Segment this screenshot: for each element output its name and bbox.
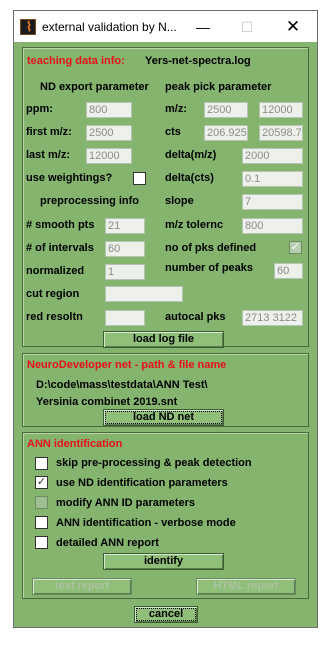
delta-mz-label: delta(m/z) <box>165 149 217 161</box>
intervals-label: # of intervals <box>26 242 94 254</box>
text-report-button: text report <box>32 578 132 595</box>
cts-field-1[interactable]: 206.925 <box>204 125 248 141</box>
verbose-mode-checkbox[interactable] <box>35 516 48 529</box>
load-nd-net-button[interactable]: load ND net <box>103 409 224 426</box>
verbose-mode-label: ANN identification - verbose mode <box>56 517 236 529</box>
first-mz-label: first m/z: <box>26 126 72 138</box>
intervals-field[interactable]: 60 <box>105 241 145 257</box>
modify-ann-parameters-label: modify ANN ID parameters <box>56 497 195 509</box>
delta-mz-field[interactable]: 2000 <box>242 148 303 164</box>
red-resoltn-label: red resoltn <box>26 311 83 323</box>
minimize-button[interactable]: — <box>190 17 216 37</box>
no-pks-defined-checkbox: ✓ <box>289 241 302 254</box>
detailed-report-label: detailed ANN report <box>56 537 159 549</box>
close-button[interactable]: ✕ <box>280 17 306 37</box>
slope-label: slope <box>165 195 194 207</box>
mz-tolernc-field[interactable]: 800 <box>242 218 303 234</box>
peak-pick-header: peak pick parameter <box>165 81 272 93</box>
preprocessing-info-label: preprocessing info <box>40 195 140 207</box>
first-mz-field[interactable]: 2500 <box>86 125 132 141</box>
cut-region-field[interactable] <box>105 286 183 302</box>
normalized-label: normalized <box>26 265 85 277</box>
smooth-pts-field[interactable]: 21 <box>105 218 145 234</box>
red-resoltn-field[interactable] <box>105 310 145 326</box>
last-mz-field[interactable]: 12000 <box>86 148 132 164</box>
cts-field-2[interactable]: 20598.73 <box>259 125 303 141</box>
detailed-report-checkbox[interactable] <box>35 536 48 549</box>
ann-identification-panel: ANN identification skip pre-processing &… <box>22 432 309 599</box>
use-nd-parameters-label: use ND identification parameters <box>56 477 228 489</box>
mz-field-2[interactable]: 12000 <box>259 102 303 118</box>
autocal-pks-label: autocal pks <box>165 311 226 323</box>
cts-label: cts <box>165 126 181 138</box>
html-report-button: HTML report <box>196 578 296 595</box>
teaching-data-heading: teaching data info: <box>27 55 125 67</box>
teaching-data-panel: teaching data info: Yers-net-spectra.log… <box>22 47 309 348</box>
skip-preprocessing-checkbox[interactable] <box>35 457 48 470</box>
mz-field-1[interactable]: 2500 <box>204 102 248 118</box>
nd-export-header: ND export parameter <box>40 81 149 93</box>
ppm-label: ppm: <box>26 103 53 115</box>
delta-cts-label: delta(cts) <box>165 172 214 184</box>
nd-net-file: Yersinia combinet 2019.snt <box>36 396 178 408</box>
cancel-button[interactable]: cancel <box>134 606 198 623</box>
smooth-pts-label: # smooth pts <box>26 219 95 231</box>
nd-net-path: D:\code\mass\testdata\ANN Test\ <box>36 379 208 391</box>
ppm-field[interactable]: 800 <box>86 102 132 118</box>
skip-preprocessing-label: skip pre-processing & peak detection <box>56 457 252 469</box>
modify-ann-parameters-checkbox <box>35 496 48 509</box>
use-nd-parameters-checkbox[interactable]: ✓ <box>35 476 48 489</box>
delta-cts-field[interactable]: 0.1 <box>242 171 303 187</box>
normalized-field[interactable]: 1 <box>105 264 145 280</box>
ann-identification-heading: ANN identification <box>27 438 123 450</box>
maximize-button: ☐ <box>240 19 254 35</box>
cut-region-label: cut region <box>26 288 80 300</box>
slope-field[interactable]: 7 <box>242 194 303 210</box>
autocal-pks-field[interactable]: 2713 3122 <box>242 310 303 326</box>
last-mz-label: last m/z: <box>26 149 71 161</box>
window-title: external validation by N... <box>42 20 177 34</box>
mz-label: m/z: <box>165 103 187 115</box>
neurodeveloper-panel: NeuroDeveloper net - path & file name D:… <box>22 353 309 427</box>
load-log-file-button[interactable]: load log file <box>103 331 224 348</box>
no-pks-defined-label: no of pks defined <box>165 242 257 254</box>
use-weightings-label: use weightings? <box>26 172 113 184</box>
number-of-peaks-field[interactable]: 60 <box>274 263 303 279</box>
use-weightings-checkbox[interactable] <box>133 172 146 185</box>
mz-tolernc-label: m/z tolernc <box>165 219 224 231</box>
title-bar[interactable]: ⌇ external validation by N... — ☐ ✕ <box>14 11 317 42</box>
app-icon: ⌇ <box>20 19 36 35</box>
identify-button[interactable]: identify <box>103 553 224 570</box>
number-of-peaks-label: number of peaks <box>165 262 254 274</box>
main-window: ⌇ external validation by N... — ☐ ✕ teac… <box>13 10 318 628</box>
neurodeveloper-heading: NeuroDeveloper net - path & file name <box>27 359 227 371</box>
teaching-data-file: Yers-net-spectra.log <box>145 55 251 67</box>
